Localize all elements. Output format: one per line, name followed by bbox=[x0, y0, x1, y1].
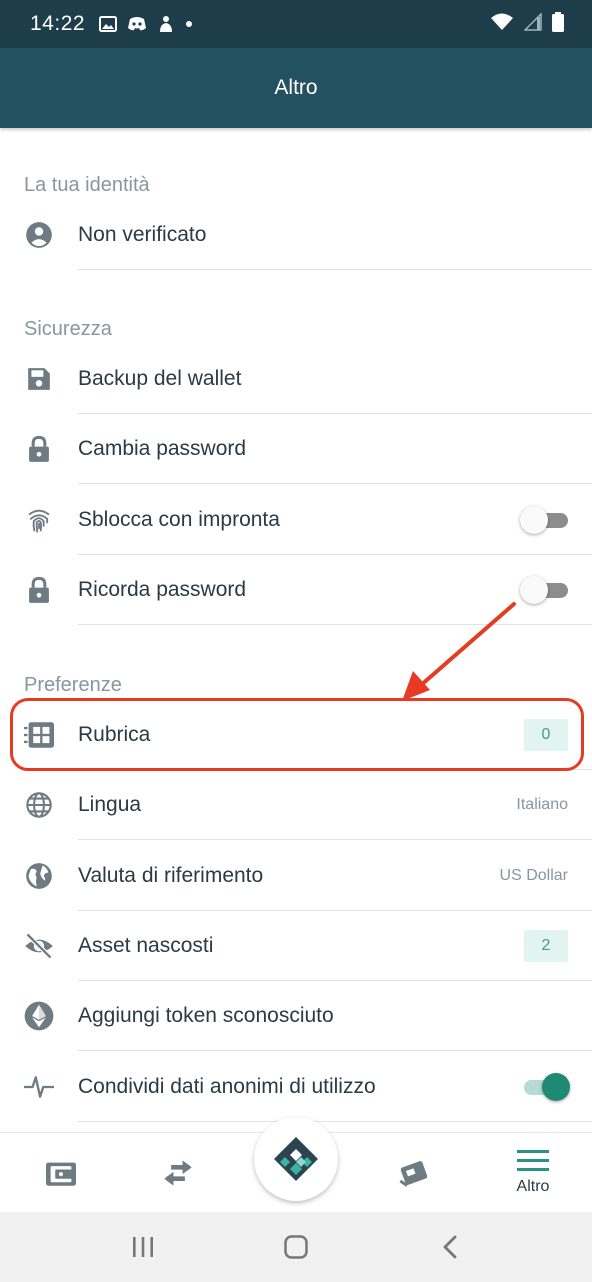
bottom-navigation: Altro bbox=[0, 1117, 592, 1213]
image-notification-icon bbox=[99, 16, 118, 32]
divider bbox=[78, 1050, 592, 1051]
cards-icon bbox=[399, 1161, 428, 1187]
page-title: Altro bbox=[274, 76, 318, 99]
status-notification-icons bbox=[99, 15, 193, 33]
settings-item-label: Backup del wallet bbox=[78, 367, 242, 390]
signal-icon bbox=[524, 13, 542, 31]
account-circle-icon bbox=[24, 220, 54, 250]
dot-icon bbox=[186, 21, 193, 27]
settings-item-label: Cambia password bbox=[78, 437, 247, 460]
battery-icon bbox=[552, 12, 564, 32]
app-notification-icon bbox=[160, 16, 173, 32]
remember-password-toggle[interactable] bbox=[520, 575, 570, 605]
section-header-identity: La tua identità bbox=[24, 174, 150, 196]
toggle-thumb bbox=[542, 1073, 570, 1101]
settings-item-label: Lingua bbox=[78, 793, 142, 816]
settings-item-remember-password[interactable]: Ricorda password bbox=[0, 555, 592, 625]
divider bbox=[78, 483, 592, 484]
status-system-icons bbox=[490, 12, 564, 32]
settings-item-language[interactable]: Lingua Italiano bbox=[0, 770, 592, 840]
fingerprint-icon bbox=[24, 505, 54, 535]
divider bbox=[78, 1121, 592, 1122]
nav-more[interactable]: Altro bbox=[493, 1133, 573, 1213]
contacts-icon bbox=[24, 720, 54, 750]
recent-apps-icon bbox=[133, 1237, 153, 1257]
lock-icon bbox=[24, 575, 54, 605]
discord-notification-icon bbox=[128, 17, 147, 31]
divider bbox=[78, 269, 592, 270]
settings-item-identity[interactable]: Non verificato bbox=[0, 200, 592, 270]
back-button[interactable] bbox=[430, 1232, 470, 1262]
divider bbox=[78, 839, 592, 840]
settings-item-fingerprint-unlock[interactable]: Sblocca con impronta bbox=[0, 485, 592, 555]
back-icon bbox=[443, 1235, 457, 1259]
recent-apps-button[interactable] bbox=[123, 1232, 163, 1262]
settings-item-label: Sblocca con impronta bbox=[78, 508, 280, 531]
status-time: 14:22 bbox=[30, 12, 86, 35]
divider bbox=[78, 624, 592, 625]
logo-icon bbox=[274, 1137, 318, 1181]
section-header-security: Sicurezza bbox=[24, 318, 112, 340]
home-icon bbox=[284, 1235, 308, 1259]
settings-item-change-password[interactable]: Cambia password bbox=[0, 414, 592, 484]
app-bar: Altro bbox=[0, 48, 592, 128]
section-header-preferences: Preferenze bbox=[24, 674, 122, 696]
ethereum-icon bbox=[24, 1001, 54, 1031]
home-button[interactable] bbox=[276, 1232, 316, 1262]
settings-item-backup-wallet[interactable]: Backup del wallet bbox=[0, 344, 592, 414]
settings-item-label: Condividi dati anonimi di utilizzo bbox=[78, 1075, 376, 1098]
settings-item-share-anonymous-data[interactable]: Condividi dati anonimi di utilizzo bbox=[0, 1052, 592, 1122]
wifi-icon bbox=[491, 13, 513, 30]
settings-item-address-book[interactable]: Rubrica 0 bbox=[0, 700, 592, 770]
settings-item-hidden-assets[interactable]: Asset nascosti 2 bbox=[0, 911, 592, 981]
count-badge: 2 bbox=[524, 930, 568, 962]
nav-label: Altro bbox=[516, 1178, 550, 1195]
eye-off-icon bbox=[24, 931, 54, 961]
settings-item-value: Italiano bbox=[516, 796, 568, 813]
save-icon bbox=[24, 364, 54, 394]
settings-item-label: Rubrica bbox=[78, 723, 151, 746]
settings-item-label: Valuta di riferimento bbox=[78, 864, 264, 887]
activity-icon bbox=[24, 1072, 54, 1102]
settings-item-label: Asset nascosti bbox=[78, 934, 214, 957]
fingerprint-toggle[interactable] bbox=[520, 505, 570, 535]
nav-cards[interactable] bbox=[374, 1133, 454, 1213]
settings-item-add-token[interactable]: Aggiungi token sconosciuto bbox=[0, 981, 592, 1051]
swap-icon bbox=[164, 1160, 192, 1186]
nav-main-action[interactable] bbox=[254, 1117, 338, 1201]
nav-exchange[interactable] bbox=[138, 1133, 218, 1213]
toggle-thumb bbox=[520, 576, 548, 604]
settings-item-label: Ricorda password bbox=[78, 578, 247, 601]
settings-item-reference-currency[interactable]: Valuta di riferimento US Dollar bbox=[0, 841, 592, 911]
toggle-thumb bbox=[520, 506, 548, 534]
nav-wallet[interactable] bbox=[21, 1133, 101, 1213]
wallet-icon bbox=[46, 1162, 76, 1186]
settings-item-value: US Dollar bbox=[499, 867, 568, 884]
lock-icon bbox=[24, 434, 54, 464]
settings-list: La tua identità Non verificato Sicurezza… bbox=[0, 128, 592, 1132]
menu-icon bbox=[517, 1150, 549, 1171]
status-bar: 14:22 bbox=[0, 0, 592, 48]
system-navigation-bar bbox=[0, 1212, 592, 1282]
count-badge: 0 bbox=[524, 719, 568, 751]
settings-item-label: Aggiungi token sconosciuto bbox=[78, 1004, 334, 1027]
globe-icon bbox=[24, 790, 54, 820]
share-data-toggle[interactable] bbox=[520, 1072, 570, 1102]
settings-item-label: Non verificato bbox=[78, 223, 207, 246]
earth-icon bbox=[24, 861, 54, 891]
